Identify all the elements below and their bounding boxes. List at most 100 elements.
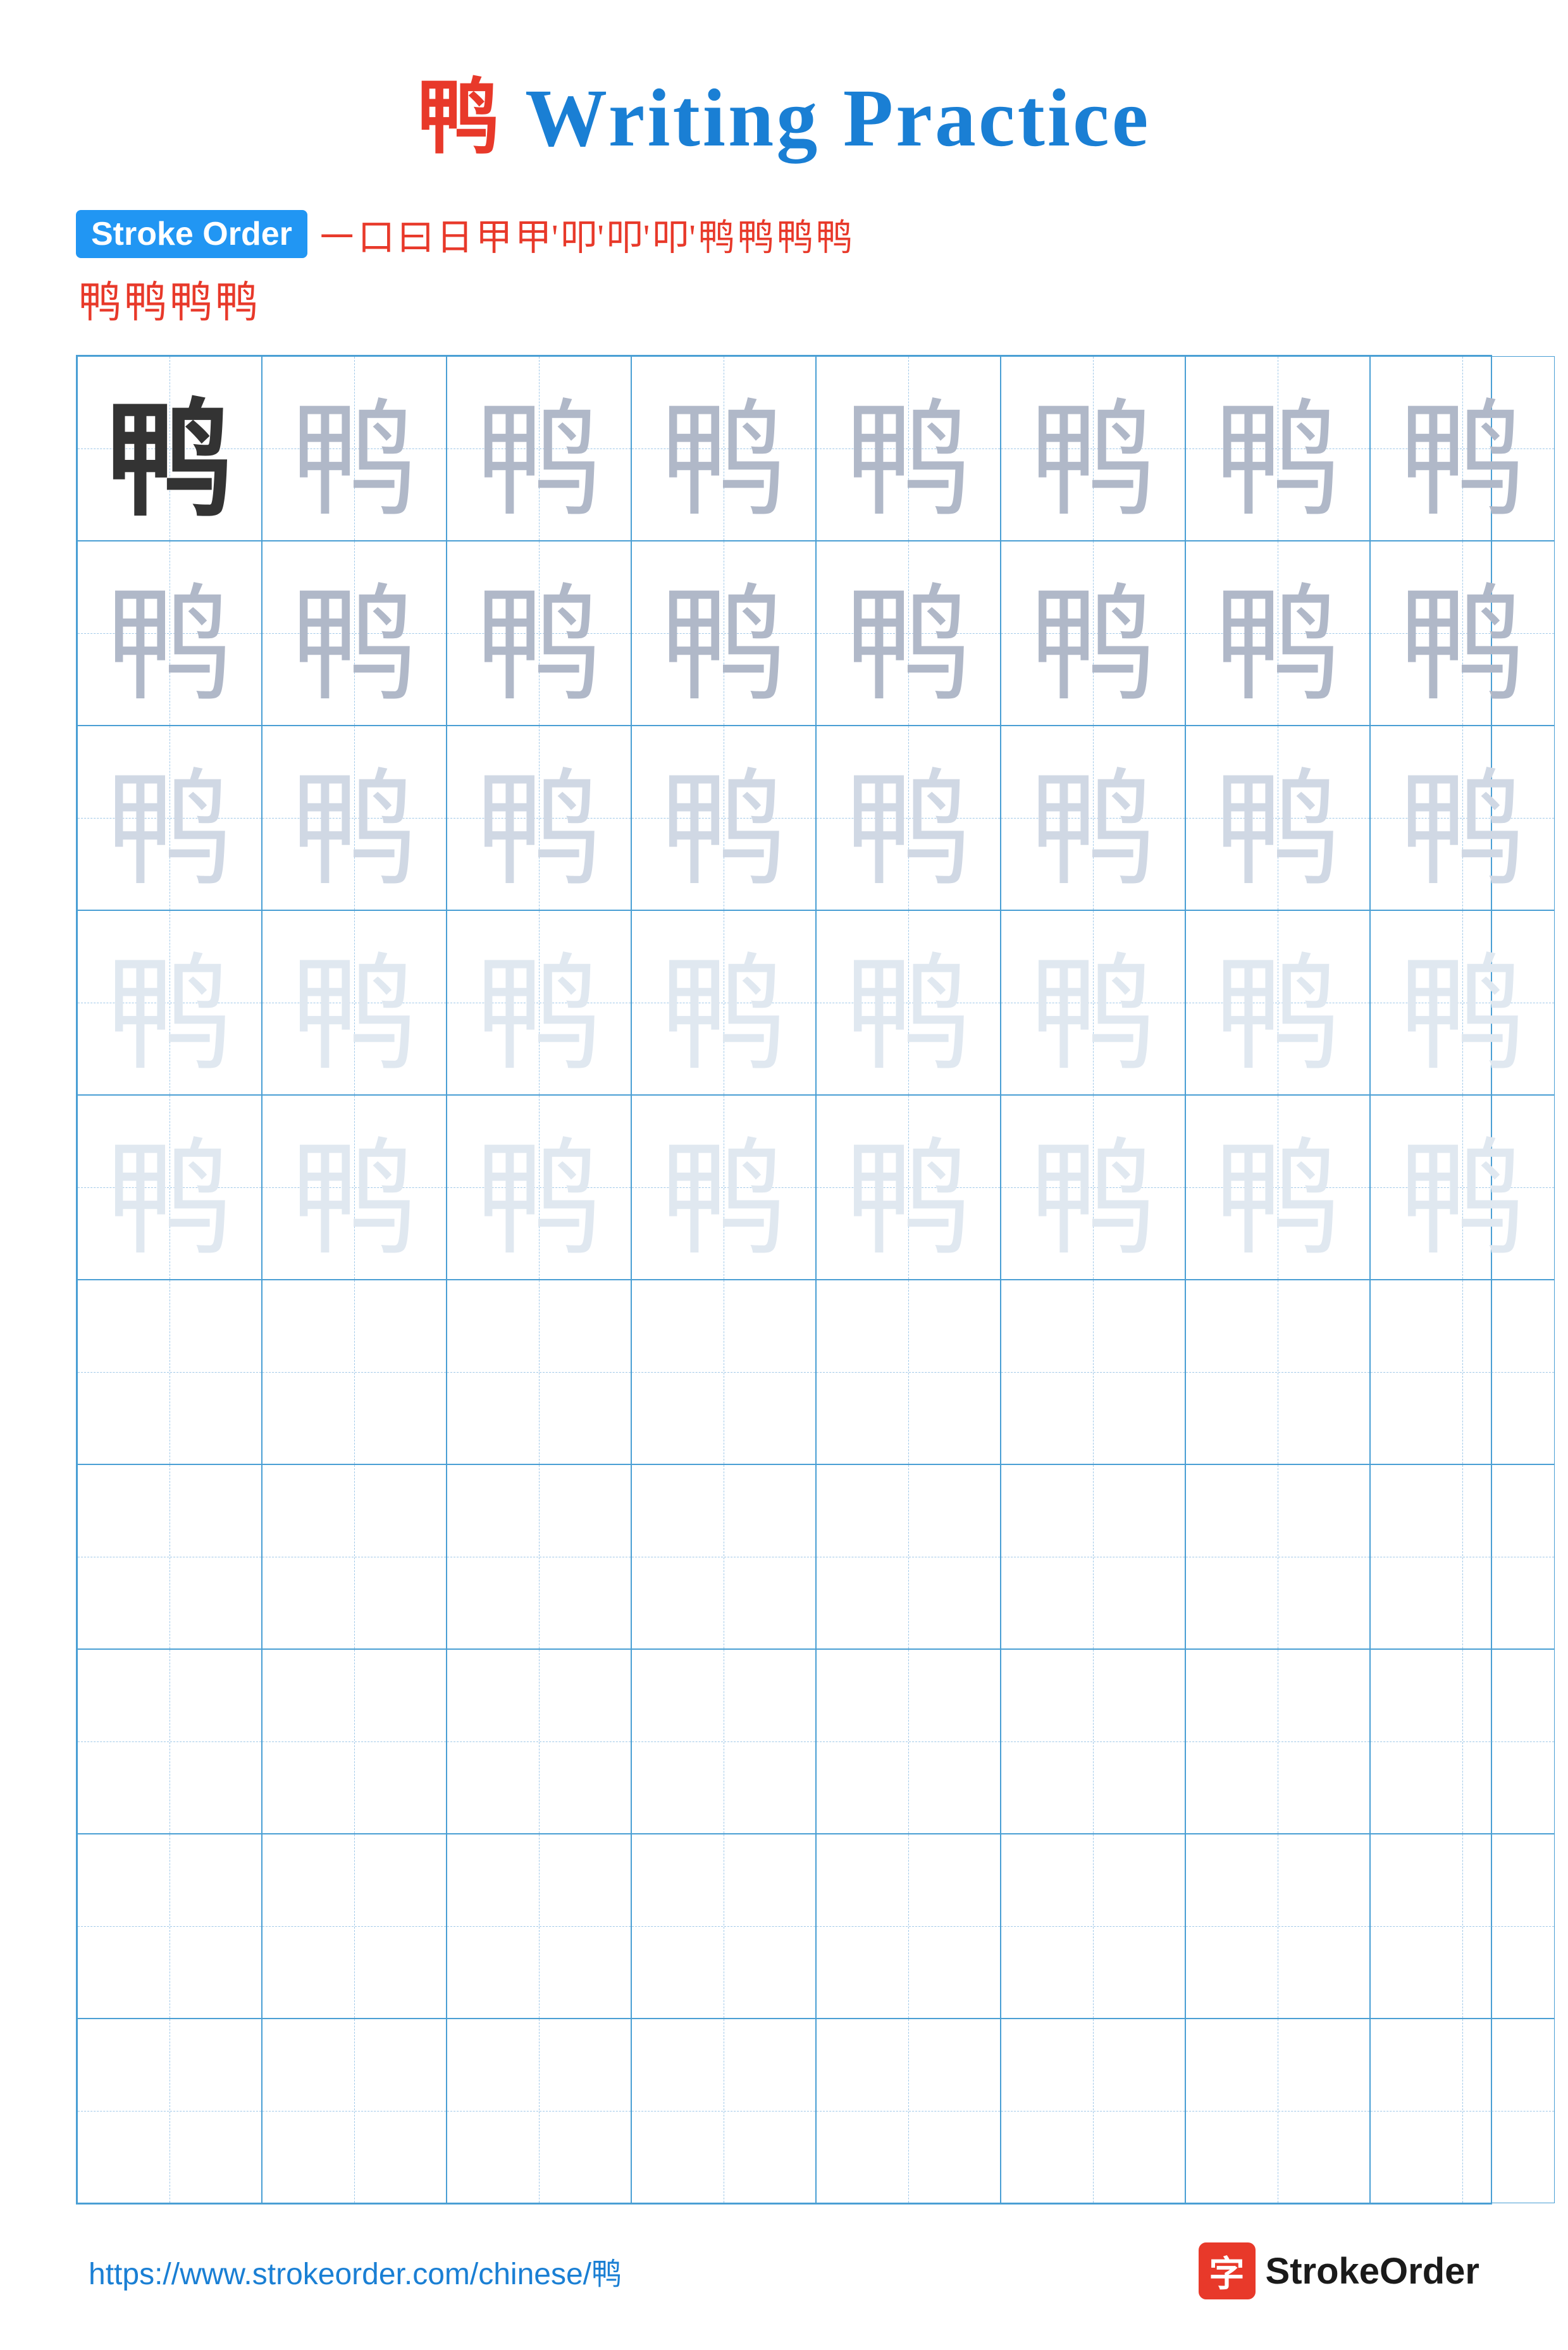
grid-cell-r5c4[interactable]: 鸭 bbox=[631, 1095, 816, 1280]
grid-cell-r7c7[interactable] bbox=[1185, 1464, 1370, 1649]
grid-cell-r5c7[interactable]: 鸭 bbox=[1185, 1095, 1370, 1280]
grid-cell-r9c6[interactable] bbox=[1001, 1834, 1185, 2019]
grid-cell-r6c8[interactable] bbox=[1370, 1280, 1555, 1464]
grid-cell-r1c2[interactable]: 鸭 bbox=[262, 356, 447, 541]
grid-cell-r6c3[interactable] bbox=[447, 1280, 631, 1464]
cell-char: 鸭 bbox=[845, 357, 972, 540]
grid-cell-r10c3[interactable] bbox=[447, 2019, 631, 2203]
grid-cell-r5c5[interactable]: 鸭 bbox=[816, 1095, 1001, 1280]
grid-cell-r9c1[interactable] bbox=[77, 1834, 262, 2019]
grid-cell-r9c4[interactable] bbox=[631, 1834, 816, 2019]
grid-cell-r8c3[interactable] bbox=[447, 1649, 631, 1834]
grid-cell-r10c5[interactable] bbox=[816, 2019, 1001, 2203]
grid-cell-r4c4[interactable]: 鸭 bbox=[631, 910, 816, 1095]
grid-cell-r6c5[interactable] bbox=[816, 1280, 1001, 1464]
grid-cell-r7c6[interactable] bbox=[1001, 1464, 1185, 1649]
cell-char: 鸭 bbox=[1030, 1096, 1156, 1279]
cell-char: 鸭 bbox=[291, 1096, 417, 1279]
cell-char: 鸭 bbox=[1030, 541, 1156, 725]
grid-cell-r8c5[interactable] bbox=[816, 1649, 1001, 1834]
grid-cell-r3c6[interactable]: 鸭 bbox=[1001, 726, 1185, 910]
grid-cell-r8c7[interactable] bbox=[1185, 1649, 1370, 1834]
grid-cell-r2c8[interactable]: 鸭 bbox=[1370, 541, 1555, 726]
grid-cell-r1c6[interactable]: 鸭 bbox=[1001, 356, 1185, 541]
grid-cell-r3c2[interactable]: 鸭 bbox=[262, 726, 447, 910]
grid-cell-r2c7[interactable]: 鸭 bbox=[1185, 541, 1370, 726]
grid-cell-r4c7[interactable]: 鸭 bbox=[1185, 910, 1370, 1095]
grid-cell-r4c1[interactable]: 鸭 bbox=[77, 910, 262, 1095]
grid-cell-r1c8[interactable]: 鸭 bbox=[1370, 356, 1555, 541]
title-chinese-char: 鸭 bbox=[417, 73, 502, 164]
cell-char: 鸭 bbox=[1399, 541, 1526, 725]
cell-char: 鸭 bbox=[845, 1096, 972, 1279]
grid-cell-r6c2[interactable] bbox=[262, 1280, 447, 1464]
grid-cell-r8c4[interactable] bbox=[631, 1649, 816, 1834]
grid-cell-r7c8[interactable] bbox=[1370, 1464, 1555, 1649]
grid-cell-r2c2[interactable]: 鸭 bbox=[262, 541, 447, 726]
footer-logo: 字 StrokeOrder bbox=[1199, 2242, 1479, 2299]
grid-cell-r9c8[interactable] bbox=[1370, 1834, 1555, 2019]
grid-cell-r9c7[interactable] bbox=[1185, 1834, 1370, 2019]
grid-cell-r1c4[interactable]: 鸭 bbox=[631, 356, 816, 541]
grid-cell-r3c4[interactable]: 鸭 bbox=[631, 726, 816, 910]
cell-char: 鸭 bbox=[1399, 911, 1526, 1094]
grid-cell-r5c3[interactable]: 鸭 bbox=[447, 1095, 631, 1280]
grid-cell-r8c2[interactable] bbox=[262, 1649, 447, 1834]
grid-cell-r1c3[interactable]: 鸭 bbox=[447, 356, 631, 541]
grid-cell-r3c1[interactable]: 鸭 bbox=[77, 726, 262, 910]
grid-cell-r4c8[interactable]: 鸭 bbox=[1370, 910, 1555, 1095]
grid-cell-r5c6[interactable]: 鸭 bbox=[1001, 1095, 1185, 1280]
grid-cell-r2c1[interactable]: 鸭 bbox=[77, 541, 262, 726]
grid-cell-r3c3[interactable]: 鸭 bbox=[447, 726, 631, 910]
grid-cell-r8c6[interactable] bbox=[1001, 1649, 1185, 1834]
grid-cell-r2c5[interactable]: 鸭 bbox=[816, 541, 1001, 726]
grid-cell-r10c6[interactable] bbox=[1001, 2019, 1185, 2203]
grid-cell-r2c3[interactable]: 鸭 bbox=[447, 541, 631, 726]
grid-cell-r7c2[interactable] bbox=[262, 1464, 447, 1649]
grid-cell-r10c1[interactable] bbox=[77, 2019, 262, 2203]
grid-cell-r1c1[interactable]: 鸭 bbox=[77, 356, 262, 541]
grid-cell-r3c8[interactable]: 鸭 bbox=[1370, 726, 1555, 910]
grid-cell-r2c4[interactable]: 鸭 bbox=[631, 541, 816, 726]
cell-char: 鸭 bbox=[476, 357, 602, 540]
grid-cell-r1c7[interactable]: 鸭 bbox=[1185, 356, 1370, 541]
grid-cell-r10c7[interactable] bbox=[1185, 2019, 1370, 2203]
cell-char: 鸭 bbox=[1399, 1096, 1526, 1279]
grid-cell-r3c7[interactable]: 鸭 bbox=[1185, 726, 1370, 910]
grid-cell-r7c4[interactable] bbox=[631, 1464, 816, 1649]
grid-cell-r10c4[interactable] bbox=[631, 2019, 816, 2203]
grid-cell-r8c8[interactable] bbox=[1370, 1649, 1555, 1834]
cell-char: 鸭 bbox=[476, 726, 602, 910]
grid-cell-r1c5[interactable]: 鸭 bbox=[816, 356, 1001, 541]
grid-cell-r7c3[interactable] bbox=[447, 1464, 631, 1649]
grid-cell-r3c5[interactable]: 鸭 bbox=[816, 726, 1001, 910]
stroke-char-7: 叩' bbox=[560, 207, 603, 261]
footer: https://www.strokeorder.com/chinese/鸭 字 … bbox=[76, 2242, 1492, 2299]
cell-char: 鸭 bbox=[106, 357, 233, 540]
grid-cell-r10c8[interactable] bbox=[1370, 2019, 1555, 2203]
grid-cell-r7c1[interactable] bbox=[77, 1464, 262, 1649]
grid-cell-r5c1[interactable]: 鸭 bbox=[77, 1095, 262, 1280]
grid-cell-r7c5[interactable] bbox=[816, 1464, 1001, 1649]
cell-char: 鸭 bbox=[476, 541, 602, 725]
grid-cell-r6c7[interactable] bbox=[1185, 1280, 1370, 1464]
grid-cell-r6c1[interactable] bbox=[77, 1280, 262, 1464]
grid-cell-r9c2[interactable] bbox=[262, 1834, 447, 2019]
grid-cell-r10c2[interactable] bbox=[262, 2019, 447, 2203]
grid-cell-r4c3[interactable]: 鸭 bbox=[447, 910, 631, 1095]
grid-cell-r5c8[interactable]: 鸭 bbox=[1370, 1095, 1555, 1280]
grid-cell-r4c2[interactable]: 鸭 bbox=[262, 910, 447, 1095]
grid-cell-r2c6[interactable]: 鸭 bbox=[1001, 541, 1185, 726]
grid-cell-r6c4[interactable] bbox=[631, 1280, 816, 1464]
stroke-chars: ㇐ 口 曰 日 甲 甲' 叩' 叩' 叩' 鸭 鸭 鸭 鸭 bbox=[319, 207, 853, 261]
grid-cell-r9c5[interactable] bbox=[816, 1834, 1001, 2019]
grid-cell-r6c6[interactable] bbox=[1001, 1280, 1185, 1464]
cell-char: 鸭 bbox=[1214, 726, 1341, 910]
grid-cell-r8c1[interactable] bbox=[77, 1649, 262, 1834]
grid-cell-r4c6[interactable]: 鸭 bbox=[1001, 910, 1185, 1095]
cell-char: 鸭 bbox=[291, 726, 417, 910]
grid-cell-r4c5[interactable]: 鸭 bbox=[816, 910, 1001, 1095]
grid-cell-r5c2[interactable]: 鸭 bbox=[262, 1095, 447, 1280]
grid-cell-r9c3[interactable] bbox=[447, 1834, 631, 2019]
stroke-char-3: 曰 bbox=[397, 207, 434, 261]
